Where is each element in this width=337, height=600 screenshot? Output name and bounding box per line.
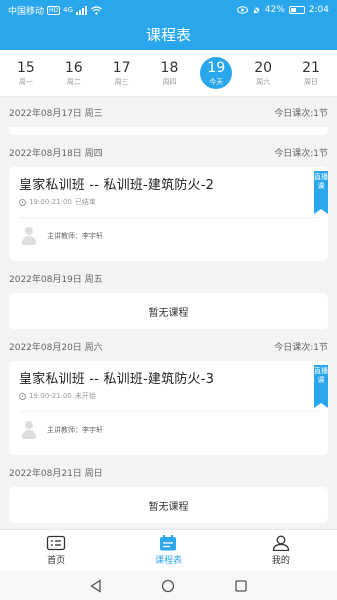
home-list-icon	[47, 535, 66, 551]
tab-label: 我的	[271, 556, 290, 566]
eye-icon	[236, 6, 248, 14]
day-label: 周日	[303, 77, 318, 86]
day-number: 18	[160, 59, 179, 76]
lesson-count: 今日课次:1节	[274, 108, 328, 119]
course-time-row: 19:00-21:00 未开始	[19, 391, 318, 401]
day-label: 周三	[114, 77, 129, 86]
schedule-list[interactable]: 2022年08月17日 周三 今日课次:1节 2022年08月18日 周四 今日…	[0, 97, 337, 529]
divider	[19, 217, 318, 218]
teacher-row: 主讲教师：李宇轩	[19, 226, 318, 246]
day-15[interactable]: 15 周一	[9, 53, 43, 93]
date-label: 2022年08月17日 周三	[9, 108, 103, 119]
tab-schedule[interactable]: 课程表	[112, 530, 224, 571]
tab-label: 课程表	[154, 556, 182, 566]
week-selector: 15 周一 16 周二 17 周三 18 周四 19 今天 20 周六 21 周日	[0, 50, 337, 97]
course-time: 19:00-21:00	[29, 198, 72, 206]
live-course-tag: 直播课	[314, 365, 328, 408]
course-time: 19:00-21:00	[29, 392, 72, 400]
date-label: 2022年08月18日 周四	[9, 148, 103, 159]
live-course-tag: 直播课	[314, 171, 328, 214]
back-icon[interactable]	[89, 578, 103, 593]
date-label: 2022年08月20日 周六	[9, 342, 103, 353]
hd-badge: HD	[47, 5, 61, 15]
signal-icon	[76, 5, 88, 15]
date-header: 2022年08月17日 周三 今日课次:1节	[0, 97, 337, 127]
teacher-avatar-icon	[19, 226, 39, 246]
status-bar: 中国移动 HD 4G 42% 2:04	[0, 0, 337, 20]
day-label: 今天	[209, 77, 224, 86]
day-17[interactable]: 17 周三	[105, 53, 139, 93]
bottom-tab-bar: 首页 课程表 我的	[0, 529, 337, 571]
teacher-label: 主讲教师：	[47, 426, 82, 434]
course-status: 已结束	[74, 198, 96, 206]
date-label: 2022年08月19日 周五	[9, 274, 103, 285]
empty-course-card: 暂无课程	[9, 487, 328, 523]
clock-icon	[19, 392, 26, 400]
tab-label: 首页	[47, 556, 66, 566]
empty-course-card: 暂无课程	[9, 293, 328, 329]
day-number: 17	[112, 59, 131, 76]
system-nav-bar	[0, 571, 337, 600]
clock-time: 2:04	[308, 5, 329, 15]
day-number: 15	[17, 59, 35, 76]
carrier-label: 中国移动	[8, 6, 45, 17]
day-label: 周六	[256, 77, 271, 86]
date-header: 2022年08月19日 周五	[0, 263, 337, 293]
day-21[interactable]: 21 周日	[294, 53, 328, 93]
lesson-count: 今日课次:1节	[274, 148, 328, 159]
mute-bell-icon	[251, 5, 261, 15]
day-label: 周二	[66, 77, 81, 86]
teacher-row: 主讲教师：李宇轩	[19, 420, 318, 440]
day-number: 19	[207, 59, 226, 76]
day-19-today[interactable]: 19 今天	[200, 57, 233, 89]
teacher-avatar-icon	[19, 420, 39, 440]
clock-icon	[19, 198, 26, 206]
teacher-name: 李宇轩	[82, 232, 103, 240]
lesson-count: 今日课次:1节	[274, 342, 328, 353]
calendar-icon	[160, 535, 177, 551]
date-header: 2022年08月21日 周日	[0, 457, 337, 487]
day-number: 20	[254, 59, 273, 76]
page-title: 课程表	[0, 20, 337, 50]
course-card[interactable]: 皇家私训班 -- 私训班-建筑防火-3 19:00-21:00 未开始 主讲教师…	[9, 361, 328, 455]
user-icon	[272, 535, 289, 551]
date-label: 2022年08月21日 周日	[9, 468, 103, 479]
course-card-partial[interactable]	[9, 127, 328, 135]
course-time-row: 19:00-21:00 已结束	[19, 197, 318, 207]
course-title: 皇家私训班 -- 私训班-建筑防火-2	[19, 178, 215, 193]
tab-home[interactable]: 首页	[0, 530, 112, 571]
recents-icon[interactable]	[234, 579, 248, 593]
date-header: 2022年08月18日 周四 今日课次:1节	[0, 137, 337, 167]
home-circle-icon[interactable]	[161, 579, 175, 593]
network-label: 4G	[63, 6, 74, 14]
day-16[interactable]: 16 周二	[57, 53, 91, 93]
day-20[interactable]: 20 周六	[246, 53, 280, 93]
day-number: 16	[64, 59, 83, 76]
divider	[19, 411, 318, 412]
date-header: 2022年08月20日 周六 今日课次:1节	[0, 331, 337, 361]
day-label: 周一	[18, 77, 33, 86]
battery-percent: 42%	[264, 5, 285, 15]
course-status: 未开始	[74, 392, 96, 400]
battery-icon	[288, 6, 305, 14]
course-title: 皇家私训班 -- 私训班-建筑防火-3	[19, 372, 215, 387]
tab-mine[interactable]: 我的	[225, 530, 337, 571]
day-number: 21	[302, 59, 320, 76]
course-card[interactable]: 皇家私训班 -- 私训班-建筑防火-2 19:00-21:00 已结束 主讲教师…	[9, 167, 328, 261]
day-18[interactable]: 18 周四	[152, 53, 186, 93]
wifi-icon	[91, 5, 102, 15]
day-label: 周四	[162, 77, 177, 86]
teacher-label: 主讲教师：	[47, 232, 82, 240]
teacher-name: 李宇轩	[82, 426, 103, 434]
